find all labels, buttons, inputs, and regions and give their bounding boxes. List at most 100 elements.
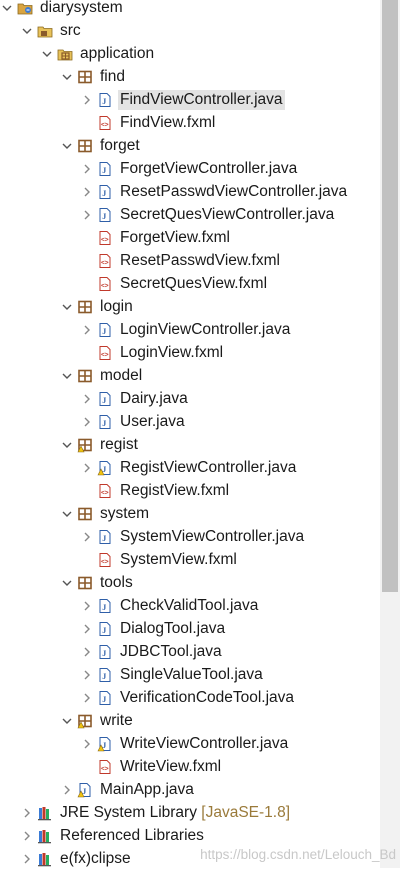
tree-item-regist[interactable]: regist bbox=[60, 433, 140, 456]
tree-item-src[interactable]: src bbox=[20, 19, 83, 42]
tree-item-label: WriteViewController.java bbox=[118, 734, 290, 754]
chevron-right-icon[interactable] bbox=[80, 162, 94, 176]
tree-item-singlevaluetool[interactable]: J SingleValueTool.java bbox=[80, 663, 265, 686]
tree-item-text: RegistView.fxml bbox=[120, 481, 230, 499]
tree-item-findviewcontroller[interactable]: J FindViewController.java bbox=[80, 88, 285, 111]
tree-item-checkvalidtool[interactable]: J CheckValidTool.java bbox=[80, 594, 260, 617]
tree-item-mainapp[interactable]: J MainApp.java bbox=[60, 778, 196, 801]
tree-item-loginviewcontroller[interactable]: J LoginViewController.java bbox=[80, 318, 292, 341]
chevron-right-icon[interactable] bbox=[80, 737, 94, 751]
tree-item-dialogtool[interactable]: J DialogTool.java bbox=[80, 617, 227, 640]
tree-item-text: SecretQuesView.fxml bbox=[120, 274, 268, 292]
tree-item-findview-fxml[interactable]: <> FindView.fxml bbox=[80, 111, 217, 134]
svg-text:<>: <> bbox=[101, 489, 109, 496]
tree-item-forget[interactable]: forget bbox=[60, 134, 142, 157]
chevron-right-icon[interactable] bbox=[80, 645, 94, 659]
chevron-right-icon[interactable] bbox=[80, 323, 94, 337]
fxml-file-icon: <> bbox=[97, 345, 113, 361]
tree-item-text: MainApp.java bbox=[100, 780, 194, 798]
java-file-icon: J bbox=[97, 391, 113, 407]
chevron-right-icon[interactable] bbox=[80, 668, 94, 682]
tree-item-verificationcodetool[interactable]: J VerificationCodeTool.java bbox=[80, 686, 296, 709]
svg-text:J: J bbox=[102, 166, 106, 175]
tree-item-text: write bbox=[100, 711, 133, 729]
chevron-right-icon[interactable] bbox=[80, 185, 94, 199]
tree-item-systemview-fxml[interactable]: <> SystemView.fxml bbox=[80, 548, 239, 571]
tree-item-forgetviewcontroller[interactable]: J ForgetViewController.java bbox=[80, 157, 299, 180]
chevron-right-icon[interactable] bbox=[80, 208, 94, 222]
chevron-right-icon[interactable] bbox=[80, 392, 94, 406]
tree-item-writeview-fxml[interactable]: <> WriteView.fxml bbox=[80, 755, 223, 778]
tree-item-loginview-fxml[interactable]: <> LoginView.fxml bbox=[80, 341, 225, 364]
chevron-right-icon[interactable] bbox=[80, 530, 94, 544]
tree-item-write[interactable]: write bbox=[60, 709, 135, 732]
tree-item-jdbctool[interactable]: J JDBCTool.java bbox=[80, 640, 224, 663]
chevron-right-icon[interactable] bbox=[60, 783, 74, 797]
chevron-down-icon[interactable] bbox=[60, 576, 74, 590]
tree-item-find[interactable]: find bbox=[60, 65, 127, 88]
tree-item-resetpasswdviewcontroller[interactable]: J ResetPasswdViewController.java bbox=[80, 180, 349, 203]
chevron-right-icon[interactable] bbox=[20, 806, 34, 820]
chevron-right-icon[interactable] bbox=[20, 829, 34, 843]
tree-item-login[interactable]: login bbox=[60, 295, 135, 318]
tree-item-efxclipse[interactable]: e(fx)clipse bbox=[20, 847, 133, 870]
svg-text:J: J bbox=[102, 419, 106, 428]
chevron-down-icon[interactable] bbox=[60, 139, 74, 153]
tree-item-label: ForgetView.fxml bbox=[118, 228, 232, 248]
java-file-icon: J bbox=[97, 621, 113, 637]
chevron-down-icon[interactable] bbox=[60, 507, 74, 521]
tree-item-text: ForgetView.fxml bbox=[120, 228, 230, 246]
tree-item-dairy-java[interactable]: J Dairy.java bbox=[80, 387, 190, 410]
svg-text:<>: <> bbox=[101, 282, 109, 289]
chevron-right-icon[interactable] bbox=[80, 415, 94, 429]
tree-item-registviewcontroller[interactable]: J RegistViewController.java bbox=[80, 456, 298, 479]
chevron-right-icon[interactable] bbox=[80, 622, 94, 636]
chevron-down-icon[interactable] bbox=[40, 47, 54, 61]
chevron-right-icon[interactable] bbox=[20, 852, 34, 866]
tree-item-resetpasswdview-fxml[interactable]: <> ResetPasswdView.fxml bbox=[80, 249, 282, 272]
tree-item-diarysystem[interactable]: diarysystem bbox=[0, 0, 125, 19]
tree-item-registview-fxml[interactable]: <> RegistView.fxml bbox=[80, 479, 231, 502]
chevron-down-icon[interactable] bbox=[60, 714, 74, 728]
chevron-down-icon[interactable] bbox=[0, 1, 14, 15]
tree-item-secretquesviewcontroller[interactable]: J SecretQuesViewController.java bbox=[80, 203, 336, 226]
tree-item-text: regist bbox=[100, 435, 138, 453]
tree-item-system[interactable]: system bbox=[60, 502, 151, 525]
chevron-down-icon[interactable] bbox=[60, 438, 74, 452]
java-file-icon: J bbox=[97, 161, 113, 177]
chevron-right-icon[interactable] bbox=[80, 461, 94, 475]
tree-item-writeviewcontroller[interactable]: J WriteViewController.java bbox=[80, 732, 290, 755]
chevron-down-icon[interactable] bbox=[60, 369, 74, 383]
tree-item-forgetview-fxml[interactable]: <> ForgetView.fxml bbox=[80, 226, 232, 249]
tree-item-jre-system-library[interactable]: JRE System Library [JavaSE-1.8] bbox=[20, 801, 292, 824]
chevron-right-icon[interactable] bbox=[80, 93, 94, 107]
tree-item-label: e(fx)clipse bbox=[58, 849, 133, 869]
tree-item-secretquesview-fxml[interactable]: <> SecretQuesView.fxml bbox=[80, 272, 269, 295]
tree-item-label: DialogTool.java bbox=[118, 619, 227, 639]
tree-item-tools[interactable]: tools bbox=[60, 571, 135, 594]
chevron-right-icon[interactable] bbox=[80, 599, 94, 613]
chevron-down-icon[interactable] bbox=[60, 70, 74, 84]
tree-item-text: tools bbox=[100, 573, 133, 591]
svg-text:J: J bbox=[102, 695, 106, 704]
fxml-file-icon: <> bbox=[97, 276, 113, 292]
tree-item-label: ResetPasswdViewController.java bbox=[118, 182, 349, 202]
tree-item-label: VerificationCodeTool.java bbox=[118, 688, 296, 708]
tree-item-application[interactable]: application bbox=[40, 42, 156, 65]
scrollbar-thumb[interactable] bbox=[382, 0, 398, 592]
tree-item-model[interactable]: model bbox=[60, 364, 144, 387]
tree-item-systemviewcontroller[interactable]: J SystemViewController.java bbox=[80, 525, 306, 548]
chevron-down-icon[interactable] bbox=[20, 24, 34, 38]
library-icon bbox=[37, 805, 53, 821]
tree-item-user-java[interactable]: J User.java bbox=[80, 410, 187, 433]
chevron-down-icon[interactable] bbox=[60, 300, 74, 314]
svg-text:<>: <> bbox=[101, 765, 109, 772]
tree-item-label: system bbox=[98, 504, 151, 524]
tree-item-label: forget bbox=[98, 136, 142, 156]
tree-item-referenced-libraries[interactable]: Referenced Libraries bbox=[20, 824, 206, 847]
tree-item-label: application bbox=[78, 44, 156, 64]
tree-item-label: User.java bbox=[118, 412, 187, 432]
chevron-right-icon[interactable] bbox=[80, 691, 94, 705]
svg-text:J: J bbox=[102, 189, 106, 198]
